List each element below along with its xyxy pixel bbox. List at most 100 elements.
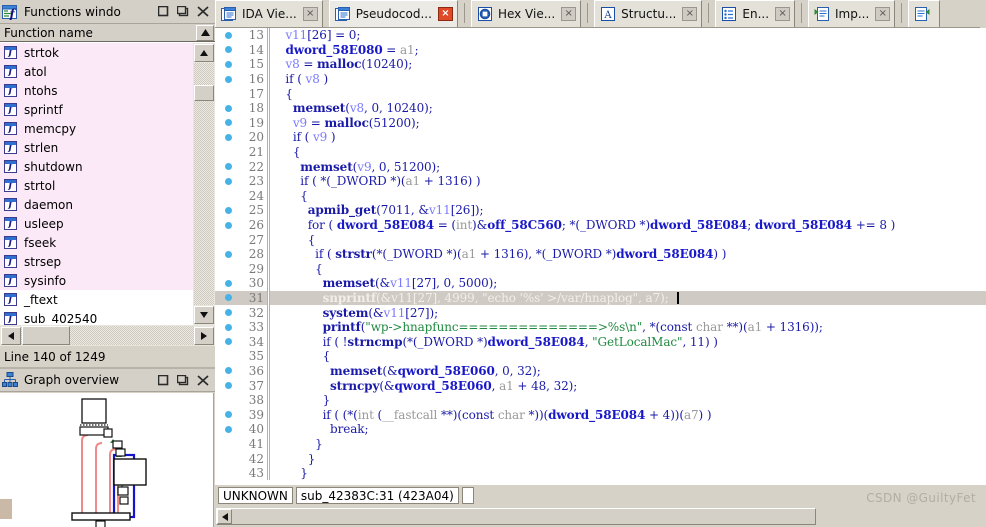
tab-extra[interactable] [908,0,941,27]
scrollbar-thumb-horizontal[interactable] [22,326,70,345]
code-line[interactable]: 20 if ( v9 ) [215,130,986,145]
breakpoint-marker-icon[interactable] [215,382,241,390]
scroll-down-button[interactable] [194,306,214,324]
tab-imp[interactable]: Imp... × [808,0,896,27]
graph-overview-maximize-button[interactable] [173,371,193,389]
graph-overview-canvas[interactable] [0,393,214,527]
breakpoint-marker-icon[interactable] [215,279,241,287]
breakpoint-marker-icon[interactable] [215,411,241,419]
scroll-up-button[interactable] [194,44,214,62]
code-line[interactable]: 21 { [215,144,986,160]
code-line[interactable]: 30 memset(&v11[27], 0, 5000); [215,276,986,291]
function-list-item[interactable]: f sub_402540 [0,309,193,325]
breakpoint-marker-icon[interactable] [215,60,241,68]
function-list-item[interactable]: f strtol [0,176,193,195]
code-line[interactable]: 31 snprintf(&v11[27], 4999, "echo '%s' >… [215,290,986,306]
breakpoint-marker-icon[interactable] [215,119,241,127]
functions-list-rows[interactable]: f strtok f atol f ntohs f sprintf f memcpy f strlen… [0,43,193,325]
breakpoint-marker-icon[interactable] [215,31,241,39]
close-icon[interactable]: × [437,7,453,21]
close-icon[interactable]: × [875,7,891,21]
function-list-item[interactable]: f atol [0,62,193,81]
function-list-item[interactable]: f ntohs [0,81,193,100]
code-line[interactable]: 29 { [215,261,986,277]
tab-idavie[interactable]: IDA Vie... × [215,0,323,27]
function-list-item[interactable]: f strtok [0,43,193,62]
graph-overview-restore-button[interactable] [153,371,173,389]
code-line[interactable]: 36 memset(&qword_58E060, 0, 32); [215,363,986,379]
code-line[interactable]: 35 { [215,349,986,364]
breakpoint-marker-icon[interactable] [215,250,241,258]
function-list-item[interactable]: f fseek [0,233,193,252]
scrollbar-thumb[interactable] [194,85,214,101]
graph-overview-viewport-indicator[interactable] [0,499,12,519]
code-line[interactable]: 37 strncpy(&qword_58E060, a1 + 48, 32); [215,378,986,393]
tab-pseudocod[interactable]: Pseudocod... × [328,0,458,27]
breakpoint-marker-icon[interactable] [215,309,241,317]
breakpoint-marker-icon[interactable] [215,294,241,302]
tab-structu[interactable]: A Structu... × [594,0,703,27]
code-line[interactable]: 41 } [215,436,986,452]
code-line[interactable]: 22 memset(v9, 0, 51200); [215,159,986,174]
functions-list-horizontal-scrollbar[interactable] [0,325,215,346]
tab-en[interactable]: En... × [715,0,796,27]
pseudocode-view[interactable]: 13 v11[26] = 0; 14 dword_58E080 = a1; 15 v… [215,28,986,485]
code-line[interactable]: 34 if ( !strncmp(*(_DWORD *)dword_58E084… [215,334,986,350]
function-list-item[interactable]: f shutdown [0,157,193,176]
code-line[interactable]: 43 } [215,465,986,481]
code-line[interactable]: 32 system(&v11[27]); [215,305,986,320]
code-line[interactable]: 24 { [215,188,986,204]
function-list-item[interactable]: f memcpy [0,119,193,138]
function-list-item[interactable]: f daemon [0,195,193,214]
code-line[interactable]: 16 if ( v8 ) [215,71,986,87]
function-list-item[interactable]: f strlen [0,138,193,157]
function-list-item[interactable]: f _ftext [0,290,193,309]
code-line[interactable]: 28 if ( strstr(*(_DWORD *)(a1 + 1316), *… [215,246,986,262]
close-icon[interactable]: × [775,7,791,21]
scrollbar-thumb-horizontal[interactable] [216,508,816,525]
code-line[interactable]: 26 for ( dword_58E084 = (int)&off_58C560… [215,217,986,233]
breakpoint-marker-icon[interactable] [215,46,241,54]
code-line[interactable]: 13 v11[26] = 0; [215,28,986,43]
breakpoint-marker-icon[interactable] [215,104,241,112]
functions-window-restore-button[interactable] [153,3,173,21]
close-icon[interactable]: × [682,7,698,21]
breakpoint-marker-icon[interactable] [215,338,241,346]
functions-window-close-button[interactable] [193,3,213,21]
breakpoint-marker-icon[interactable] [215,367,241,375]
breakpoint-marker-icon[interactable] [215,221,241,229]
code-line[interactable]: 33 printf("wp->hnapfunc==============>%s… [215,319,986,335]
breakpoint-marker-icon[interactable] [215,75,241,83]
code-line[interactable]: 39 if ( (*(int (__fastcall **)(const cha… [215,407,986,423]
graph-overview-close-button[interactable] [193,371,213,389]
functions-window-maximize-button[interactable] [173,3,193,21]
breakpoint-marker-icon[interactable] [215,177,241,185]
breakpoint-marker-icon[interactable] [215,425,241,433]
scroll-left-button[interactable] [1,327,21,345]
breakpoint-marker-icon[interactable] [215,133,241,141]
tab-hexvie[interactable]: Hex Vie... × [470,0,582,27]
functions-list-vertical-scrollbar[interactable] [193,43,215,325]
breakpoint-marker-icon[interactable] [215,163,241,171]
code-line[interactable]: 27 { [215,232,986,247]
code-line[interactable]: 25 apmib_get(7011, &v11[26]); [215,203,986,218]
close-icon[interactable]: × [561,7,577,21]
breakpoint-marker-icon[interactable] [215,206,241,214]
scroll-right-button[interactable] [194,327,214,345]
close-icon[interactable]: × [302,7,318,21]
view-tabs[interactable]: IDA Vie... × Pseudocod... × Hex Vie... × A Stru… [215,0,986,28]
function-list-item[interactable]: f usleep [0,214,193,233]
code-line[interactable]: 19 v9 = malloc(51200); [215,115,986,131]
code-line[interactable]: 42 } [215,451,986,466]
code-line[interactable]: 40 break; [215,422,986,437]
scroll-left-button[interactable] [217,509,232,524]
code-line[interactable]: 15 v8 = malloc(10240); [215,57,986,72]
code-line[interactable]: 17 { [215,86,986,101]
code-line[interactable]: 14 dword_58E080 = a1; [215,42,986,58]
function-list-item[interactable]: f sysinfo [0,271,193,290]
code-line[interactable]: 18 memset(v8, 0, 10240); [215,100,986,116]
pseudocode-horizontal-scrollbar[interactable] [215,506,986,527]
function-list-item[interactable]: f sprintf [0,100,193,119]
code-line[interactable]: 23 if ( *(_DWORD *)(a1 + 1316) ) [215,173,986,189]
sort-ascending-icon[interactable] [196,24,214,41]
